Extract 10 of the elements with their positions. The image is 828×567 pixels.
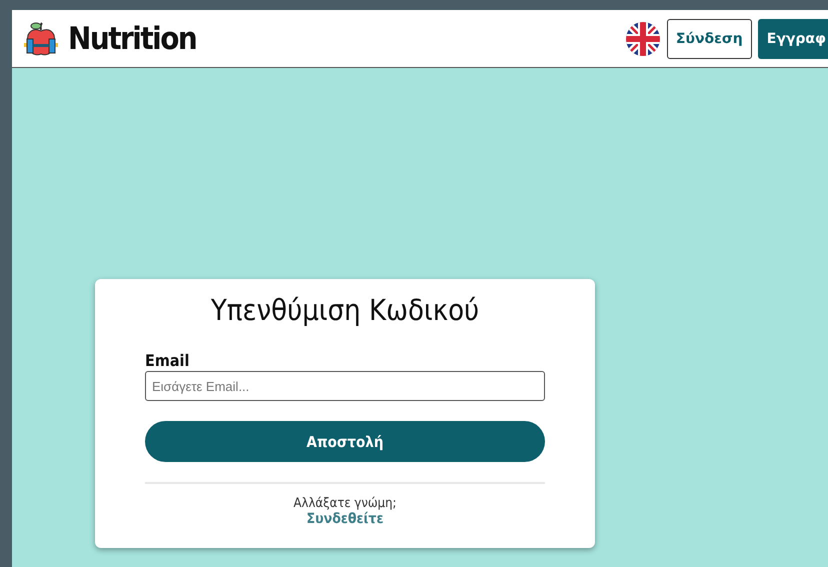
login-link[interactable]: Συνδεθείτε [306, 511, 384, 527]
apple-logo-icon [24, 20, 58, 56]
logo-text: Nutrition [68, 20, 196, 56]
email-label: Email [145, 351, 190, 370]
login-button[interactable]: Σύνδεση [666, 18, 752, 58]
change-mind-text: Αλλάξατε γνώμη; [294, 496, 396, 511]
card-title: Υπενθύμιση Κωδικού [210, 293, 480, 327]
send-button[interactable]: Αποστολή [145, 421, 545, 462]
register-button[interactable]: Εγγραφ [758, 18, 828, 58]
email-field[interactable]: Εισάγετε Email... [145, 371, 545, 401]
